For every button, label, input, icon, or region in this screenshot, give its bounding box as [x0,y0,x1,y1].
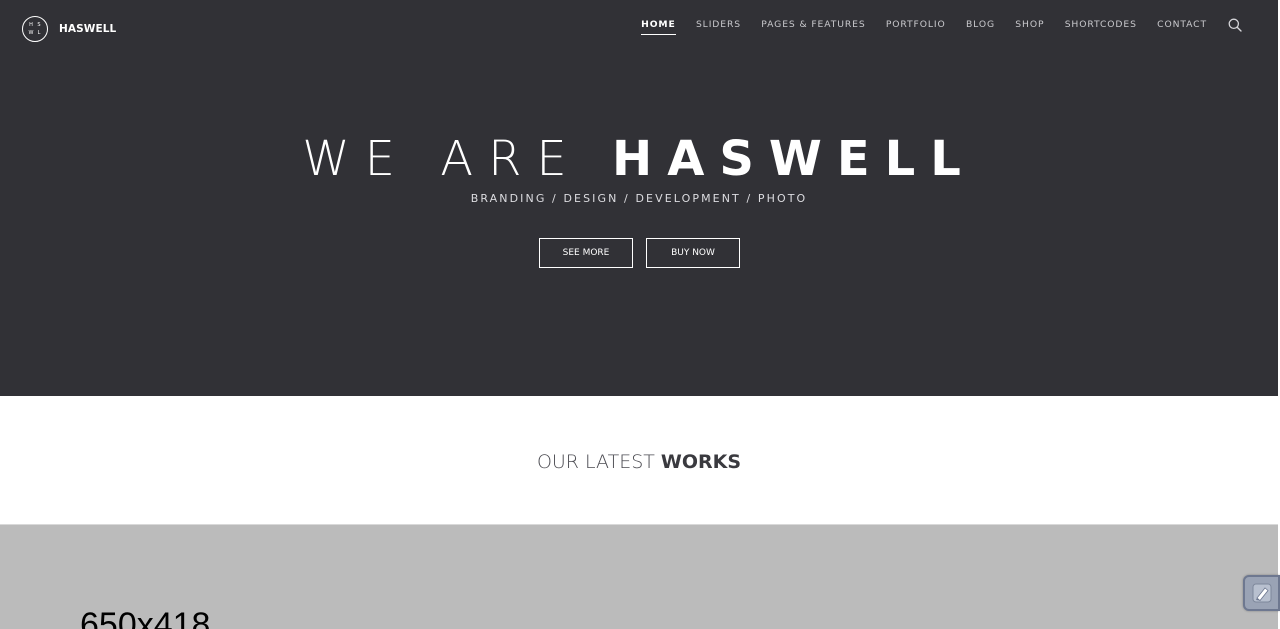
main-nav: HOME SLIDERS PAGES & FEATURES PORTFOLIO … [641,18,1242,35]
placeholder-size-label: 650x418 [80,606,211,629]
buy-now-button[interactable]: BUY NOW [646,238,740,268]
section-heading-bold: WORKS [660,451,742,473]
nav-item-pages-features[interactable]: PAGES & FEATURES [761,19,865,35]
hero-title-bold: HASWELL [612,131,976,187]
nav-item-contact[interactable]: CONTACT [1157,19,1207,35]
see-more-button[interactable]: SEE MORE [539,238,633,268]
portfolio-image-placeholder[interactable]: 650x418 [0,525,1278,629]
hero-subtitle: BRANDING / DESIGN / DEVELOPMENT / PHOTO [470,192,808,205]
nav-item-blog[interactable]: BLOG [966,19,995,35]
logo-letter: H [29,21,33,28]
nav-item-shop[interactable]: SHOP [1015,19,1044,35]
hero-section: H S W L HASWELL HOME SLIDERS PAGES & FEA… [0,0,1278,396]
nav-item-home[interactable]: HOME [641,19,676,35]
section-heading-light: OUR LATEST [536,451,661,473]
logo-letter: S [37,21,41,28]
pencil-icon[interactable] [1243,575,1280,611]
hero-title: WE ARE HASWELL [0,133,1278,185]
nav-item-shortcodes[interactable]: SHORTCODES [1065,19,1137,35]
logo-letter: W [28,29,34,36]
nav-item-portfolio[interactable]: PORTFOLIO [886,19,946,35]
nav-item-sliders[interactable]: SLIDERS [696,19,741,35]
search-icon[interactable] [1228,18,1242,32]
hero-title-light: WE ARE [302,131,613,187]
logo-letter: L [37,29,41,36]
brand-name: HASWELL [59,23,117,35]
logo[interactable]: H S W L HASWELL [22,16,116,42]
logo-mark: H S W L [22,16,48,42]
section-heading: OUR LATEST WORKS [0,451,1278,473]
